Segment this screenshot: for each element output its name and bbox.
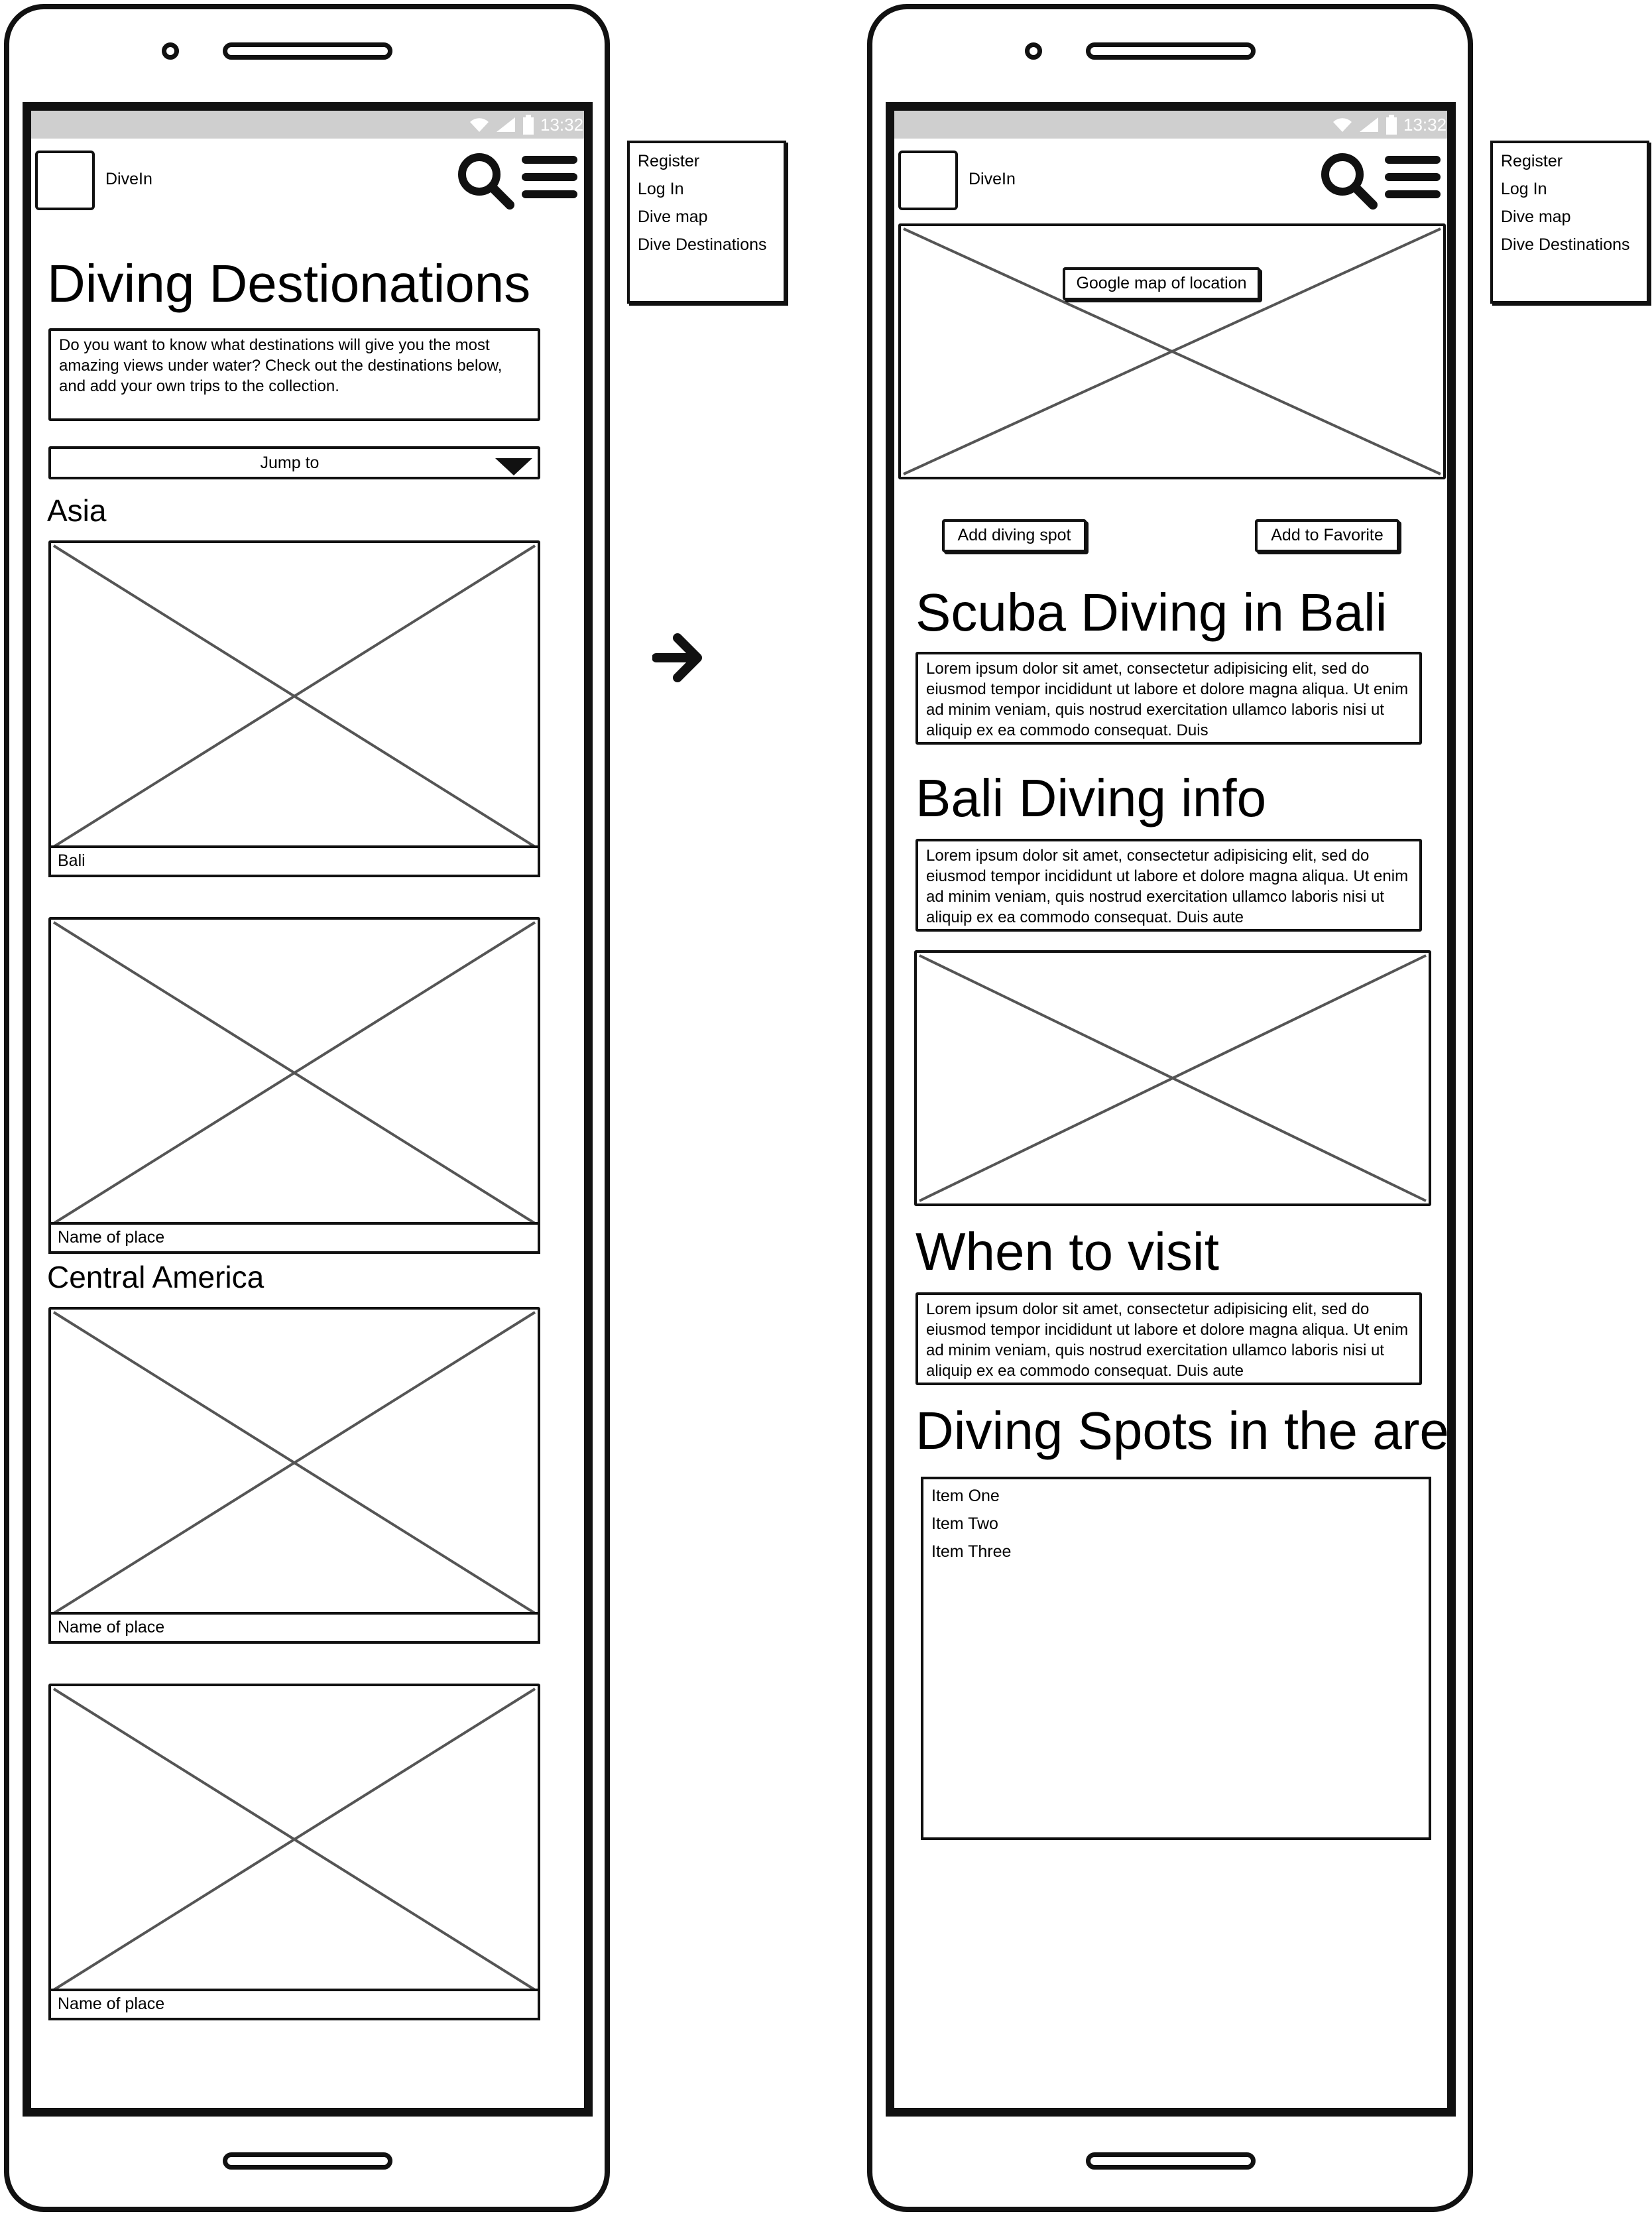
battery-icon <box>523 115 534 135</box>
app-name: DiveIn <box>969 170 1016 188</box>
card-caption: Name of place <box>48 1612 540 1644</box>
diving-spots-list: Item One Item Two Item Three <box>921 1477 1431 1840</box>
image-placeholder <box>914 950 1431 1206</box>
list-item[interactable]: Item One <box>931 1482 1421 1510</box>
status-time: 13:32 <box>540 115 584 135</box>
right-speaker <box>1086 42 1256 60</box>
destination-card[interactable]: Bali <box>48 540 540 877</box>
card-caption: Name of place <box>48 1989 540 2020</box>
section-heading-asia: Asia <box>47 493 107 528</box>
left-status-bar: 13:32 <box>31 111 584 139</box>
jump-to-label: Jump to <box>260 454 320 472</box>
menu-item-dive-map[interactable]: Dive map <box>638 203 776 231</box>
left-camera <box>162 42 179 60</box>
info-text: Lorem ipsum dolor sit amet, consectetur … <box>915 839 1422 932</box>
page-title: Diving Destionations <box>47 254 531 313</box>
section-heading-when-to-visit: When to visit <box>915 1222 1219 1281</box>
arrow-right-icon <box>652 630 705 686</box>
page-title: Scuba Diving in Bali <box>915 583 1387 642</box>
left-popup-menu: Register Log In Dive map Dive Destinatio… <box>627 141 786 304</box>
status-time: 13:32 <box>1403 115 1447 135</box>
menu-item-log-in[interactable]: Log In <box>638 175 776 203</box>
destination-card[interactable]: Name of place <box>48 1307 540 1644</box>
wifi-icon <box>1332 116 1353 133</box>
right-status-bar: 13:32 <box>894 111 1447 139</box>
add-diving-spot-button[interactable]: Add diving spot <box>942 519 1087 552</box>
app-name: DiveIn <box>105 170 152 188</box>
destination-card[interactable]: Name of place <box>48 917 540 1254</box>
menu-item-dive-map[interactable]: Dive map <box>1501 203 1639 231</box>
section-heading-info: Bali Diving info <box>915 769 1267 828</box>
section-heading-diving-spots: Diving Spots in the area <box>915 1401 1456 1460</box>
destination-card[interactable]: Name of place <box>48 1684 540 2020</box>
right-popup-menu: Register Log In Dive map Dive Destinatio… <box>1490 141 1649 304</box>
map-label: Google map of location <box>1063 267 1260 300</box>
right-camera <box>1025 42 1042 60</box>
hamburger-menu-icon[interactable] <box>1384 152 1443 205</box>
image-placeholder <box>48 1307 540 1619</box>
right-home-button[interactable] <box>1086 2152 1256 2170</box>
menu-item-dive-destinations[interactable]: Dive Destinations <box>638 231 776 259</box>
menu-item-register[interactable]: Register <box>638 147 776 175</box>
card-caption: Name of place <box>48 1222 540 1254</box>
image-placeholder <box>48 540 540 852</box>
menu-item-register[interactable]: Register <box>1501 147 1639 175</box>
image-placeholder <box>48 917 540 1229</box>
visit-text: Lorem ipsum dolor sit amet, consectetur … <box>915 1292 1422 1385</box>
card-caption: Bali <box>48 845 540 877</box>
jump-to-dropdown[interactable]: Jump to <box>48 446 540 479</box>
menu-item-dive-destinations[interactable]: Dive Destinations <box>1501 231 1639 259</box>
search-icon[interactable] <box>455 151 515 210</box>
caret-down-icon <box>494 456 534 477</box>
left-home-button[interactable] <box>223 2152 392 2170</box>
menu-item-log-in[interactable]: Log In <box>1501 175 1639 203</box>
list-item[interactable]: Item Two <box>931 1510 1421 1538</box>
wifi-icon <box>469 116 490 133</box>
hamburger-menu-icon[interactable] <box>520 152 580 205</box>
signal-icon <box>1358 116 1380 133</box>
list-item[interactable]: Item Three <box>931 1538 1421 1566</box>
section-heading-central-america: Central America <box>47 1260 265 1294</box>
left-screen: 13:32 DiveIn Diving Destionations Do you… <box>23 102 593 2117</box>
right-screen: 13:32 DiveIn Google map of location Add … <box>886 102 1456 2117</box>
left-speaker <box>223 42 392 60</box>
battery-icon <box>1386 115 1397 135</box>
app-logo[interactable] <box>898 151 958 210</box>
app-logo[interactable] <box>35 151 95 210</box>
description-text: Lorem ipsum dolor sit amet, consectetur … <box>915 652 1422 745</box>
search-icon[interactable] <box>1319 151 1378 210</box>
signal-icon <box>495 116 516 133</box>
image-placeholder <box>48 1684 540 1995</box>
intro-text: Do you want to know what destinations wi… <box>48 328 540 421</box>
map-placeholder[interactable]: Google map of location <box>898 223 1446 479</box>
add-to-favorite-button[interactable]: Add to Favorite <box>1255 519 1399 552</box>
